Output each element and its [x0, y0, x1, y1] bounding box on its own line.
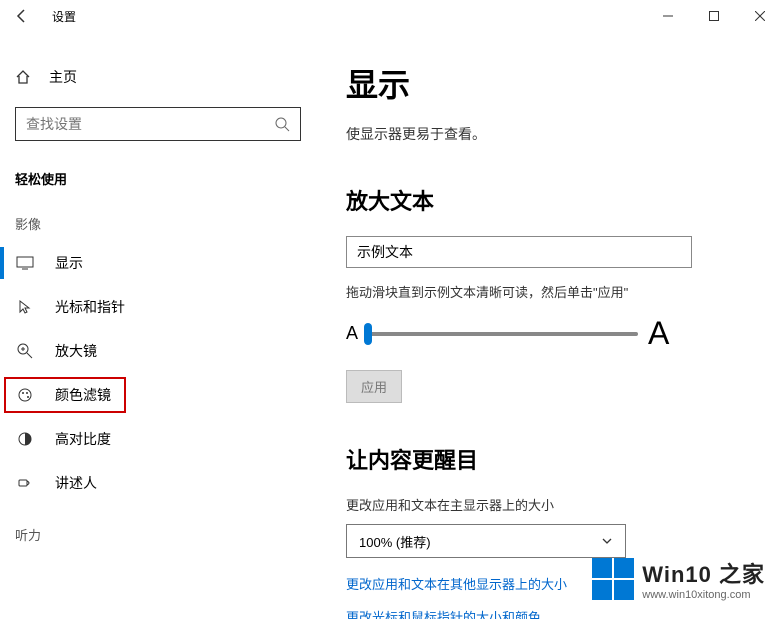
window-controls: [645, 0, 783, 32]
home-nav[interactable]: 主页: [0, 57, 320, 97]
magnifier-icon: [17, 343, 33, 359]
nav-label: 高对比度: [55, 429, 111, 449]
search-icon: [274, 116, 290, 132]
narrator-icon: [17, 475, 33, 491]
group-video: 影像: [0, 194, 320, 241]
section-enlarge-text: 放大文本: [346, 184, 743, 216]
watermark-title: Win10 之家: [642, 557, 765, 589]
nav-display[interactable]: 显示: [0, 241, 320, 285]
nav-label: 放大镜: [55, 341, 97, 361]
main-content: 显示 使显示器更易于查看。 放大文本 示例文本 拖动滑块直到示例文本清晰可读，然…: [320, 32, 783, 619]
search-box[interactable]: [15, 107, 301, 141]
slider-hint: 拖动滑块直到示例文本清晰可读，然后单击"应用": [346, 282, 743, 301]
category-header: 轻松使用: [0, 151, 320, 194]
home-icon: [15, 69, 31, 85]
link-cursor-size[interactable]: 更改光标和鼠标指针的大小和颜色: [346, 607, 743, 619]
watermark-url: www.win10xitong.com: [642, 589, 750, 601]
page-desc: 使显示器更易于查看。: [346, 124, 743, 144]
titlebar: 设置: [0, 0, 783, 32]
cursor-icon: [17, 299, 33, 315]
minimize-button[interactable]: [645, 0, 691, 32]
page-title: 显示: [346, 60, 743, 106]
arrow-left-icon: [14, 8, 30, 24]
sample-text: 示例文本: [357, 242, 413, 262]
nav-label: 光标和指针: [55, 297, 125, 317]
close-icon: [755, 11, 765, 21]
slider-thumb[interactable]: [364, 323, 372, 345]
nav-magnifier[interactable]: 放大镜: [0, 329, 320, 373]
large-a-icon: A: [648, 315, 669, 352]
back-button[interactable]: [2, 0, 42, 32]
sidebar: 主页 轻松使用 影像 显示 光标和指针 放大镜 颜色滤镜 高对比度: [0, 32, 320, 619]
windows-logo-icon: [592, 558, 634, 600]
search-input[interactable]: [26, 116, 274, 132]
close-button[interactable]: [737, 0, 783, 32]
maximize-button[interactable]: [691, 0, 737, 32]
monitor-icon: [16, 256, 34, 270]
palette-icon: [17, 387, 33, 403]
home-label: 主页: [49, 67, 77, 87]
scale-dropdown[interactable]: 100% (推荐): [346, 524, 626, 558]
window-title: 设置: [52, 8, 76, 25]
nav-narrator[interactable]: 讲述人: [0, 461, 320, 505]
maximize-icon: [709, 11, 719, 21]
minimize-icon: [663, 11, 673, 21]
scale-label: 更改应用和文本在主显示器上的大小: [346, 495, 743, 514]
section-make-bigger: 让内容更醒目: [346, 443, 743, 475]
nav-label: 颜色滤镜: [55, 385, 111, 405]
text-size-slider[interactable]: [368, 332, 638, 336]
sample-text-box: 示例文本: [346, 236, 692, 268]
nav-label: 显示: [55, 253, 83, 273]
scale-value: 100% (推荐): [359, 532, 431, 551]
group-audio: 听力: [0, 505, 320, 552]
small-a-icon: A: [346, 323, 358, 344]
nav-cursor[interactable]: 光标和指针: [0, 285, 320, 329]
nav-high-contrast[interactable]: 高对比度: [0, 417, 320, 461]
text-size-slider-row: A A: [346, 315, 743, 352]
nav-label: 讲述人: [55, 473, 97, 493]
apply-button[interactable]: 应用: [346, 370, 402, 403]
chevron-down-icon: [601, 535, 613, 547]
nav-color-filter[interactable]: 颜色滤镜: [0, 373, 130, 417]
watermark: Win10 之家 www.win10xitong.com: [592, 557, 765, 601]
contrast-icon: [17, 431, 33, 447]
